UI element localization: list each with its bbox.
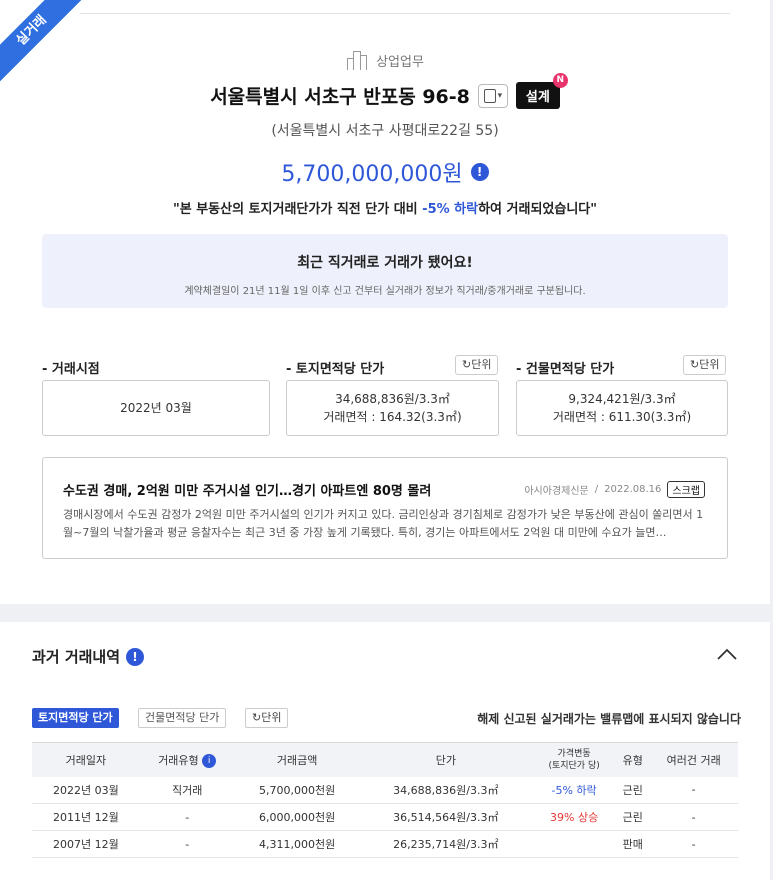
building-price-value: 9,324,421원/3.3㎡ (568, 392, 676, 406)
cell-type: - (139, 830, 235, 858)
cell-amount: 5,700,000천원 (234, 776, 360, 804)
col-change: 가격변동 (토지단가 당) (532, 742, 617, 777)
cell-kind: 근린 (616, 776, 650, 804)
quote-change: -5% 하락 (422, 202, 479, 217)
deal-time-box: 2022년 03월 (42, 380, 270, 436)
news-title[interactable]: 수도권 경매, 2억원 미만 주거시설 인기…경기 아파트엔 80명 몰려 (63, 480, 431, 499)
cell-amount: 6,000,000천원 (234, 803, 360, 831)
notice-desc: 계약체결일이 21년 11월 1일 이후 신고 건부터 실거래가 정보가 직거래… (184, 286, 586, 297)
deal-time-value: 2022년 03월 (120, 401, 192, 415)
table-row: 2007년 12월 -4,311,000천원 26,235,714원/3.3㎡ 판매 - (32, 830, 738, 858)
cell-multi: - (649, 830, 738, 858)
land-price-label: - 토지면적당 단가 (286, 362, 385, 377)
cell-kind: 판매 (616, 830, 650, 858)
direct-deal-notice: 최근 직거래로 거래가 됐어요! 계약체결일이 21년 11월 1일 이후 신고… (42, 234, 728, 308)
news-date: 2022.08.16 (604, 484, 662, 495)
cell-multi: - (649, 803, 738, 831)
category-row: 상업업무 (0, 50, 770, 70)
building-price-box: 9,324,421원/3.3㎡ 거래면적 : 611.30(3.3㎡) (516, 380, 728, 436)
land-price-value: 34,688,836원/3.3㎡ (335, 392, 450, 406)
col-unit-price: 단가 (359, 742, 533, 777)
price-row: 5,700,000,000원 ! (0, 156, 770, 188)
cell-type: 직거래 (139, 776, 235, 804)
building-unit-button[interactable]: ↻단위 (683, 355, 727, 375)
table-row: 2011년 12월 -6,000,000천원 36,514,564원/3.3㎡ 39%… (32, 803, 738, 831)
info-icon[interactable]: ! (470, 163, 489, 181)
history-title-row: 과거 거래내역 ! (32, 646, 145, 667)
page-title: 서울특별시 서초구 반포동 96-8 (210, 86, 470, 108)
deal-price: 5,700,000,000원 (281, 162, 463, 187)
history-info-icon[interactable]: ! (126, 647, 145, 666)
cell-date: 2011년 12월 (32, 803, 140, 831)
cell-change: 39% 상승 (532, 803, 617, 831)
cell-change (532, 830, 617, 858)
news-card[interactable]: 수도권 경매, 2억원 미만 주거시설 인기…경기 아파트엔 80명 몰려 아시… (42, 457, 728, 559)
notice-title: 최근 직거래로 거래가 됐어요! (297, 255, 473, 271)
col-amount: 거래금액 (234, 742, 360, 777)
calculator-icon[interactable]: ▾ (477, 83, 508, 108)
land-price-box: 34,688,836원/3.3㎡ 거래면적 : 164.32(3.3㎡) (286, 380, 499, 436)
tab-land-price[interactable]: 토지면적당 단가 (32, 708, 119, 728)
cell-multi: - (649, 776, 738, 804)
news-meta: 아시아경제신문 / 2022.08.16 스크랩 (524, 481, 705, 498)
category-label: 상업업무 (376, 54, 424, 70)
col-date: 거래일자 (32, 742, 140, 777)
cell-unit-price: 34,688,836원/3.3㎡ (359, 776, 533, 804)
building-area-value: 거래면적 : 611.30(3.3㎡) (552, 410, 692, 424)
cancel-notice: 해제 신고된 실거래가는 밸류맵에 표시되지 않습니다 (477, 712, 741, 726)
quote-prefix: "본 부동산의 토지거래단가가 직전 단가 대비 (172, 202, 423, 217)
deal-time-label: - 거래시점 (42, 362, 100, 377)
collapse-chevron-icon[interactable] (716, 643, 738, 665)
top-strip (80, 0, 730, 14)
history-unit-button[interactable]: ↻단위 (245, 708, 289, 728)
history-table: 거래일자 거래유형 i 거래금액 단가 가격변동 (토지단가 당) 유형 여러건 … (32, 742, 738, 858)
cell-amount: 4,311,000천원 (234, 830, 360, 858)
cell-date: 2022년 03월 (32, 776, 140, 804)
design-label: 설계 (525, 90, 550, 105)
land-unit-button[interactable]: ↻단위 (455, 355, 499, 375)
table-row: 2022년 03월 직거래 5,700,000천원 34,688,836원/3.3㎡ -… (32, 776, 738, 804)
table-header-row: 거래일자 거래유형 i 거래금액 단가 가격변동 (토지단가 당) 유형 여러건 … (32, 742, 738, 777)
new-badge: N (552, 73, 568, 88)
cell-date: 2007년 12월 (32, 830, 140, 858)
col-multi: 여러건 거래 (649, 742, 738, 777)
cell-unit-price: 36,514,564원/3.3㎡ (359, 803, 533, 831)
design-button[interactable]: 설계 N (515, 73, 568, 109)
tab-building-price[interactable]: 건물면적당 단가 (138, 708, 227, 728)
quote-suffix: 하여 거래되었습니다" (478, 202, 598, 217)
cell-kind: 근린 (616, 803, 650, 831)
road-address: (서울특별시 서초구 사평대로22길 55) (271, 123, 499, 139)
cell-unit-price: 26,235,714원/3.3㎡ (359, 830, 533, 858)
cell-type: - (139, 803, 235, 831)
history-title: 과거 거래내역 (32, 648, 121, 666)
land-area-value: 거래면적 : 164.32(3.3㎡) (323, 410, 462, 424)
col-kind: 유형 (616, 742, 650, 777)
building-price-label: - 건물면적당 단가 (516, 362, 615, 377)
scrap-button[interactable]: 스크랩 (667, 481, 705, 498)
cell-change: -5% 하락 (532, 776, 617, 804)
price-change-quote: "본 부동산의 토지거래단가가 직전 단가 대비 -5% 하락하여 거래되었습니… (0, 198, 770, 217)
col-type: 거래유형 i (139, 742, 235, 777)
news-body: 경매시장에서 수도권 감정가 2억원 미만 주거시설의 인기가 커지고 있다. … (63, 508, 704, 539)
title-row: 서울특별시 서초구 반포동 96-8 ▾ 설계 N (0, 73, 770, 109)
building-icon (346, 50, 368, 70)
type-info-icon[interactable]: i (202, 753, 217, 768)
news-source: 아시아경제신문 (524, 486, 589, 497)
